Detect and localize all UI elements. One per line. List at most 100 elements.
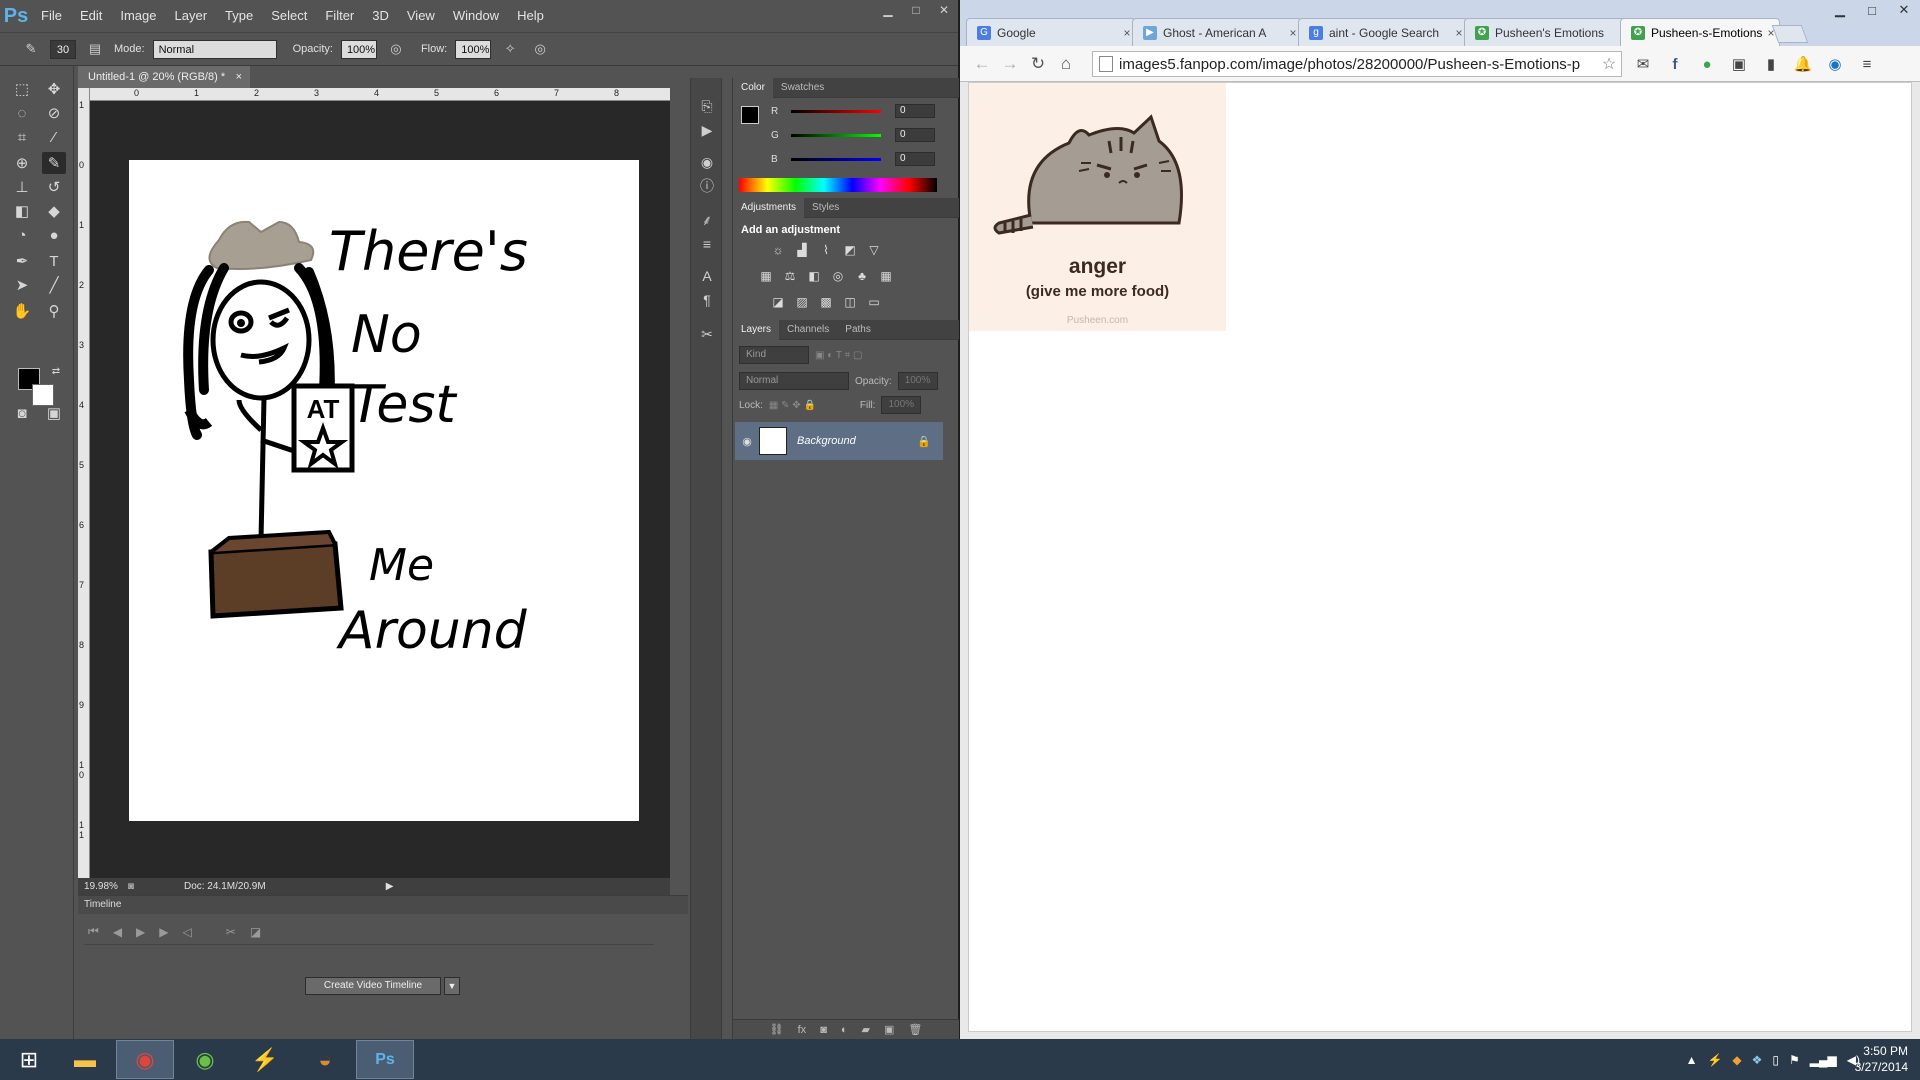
new-group-icon[interactable]: ▰ (862, 1023, 870, 1036)
audio-icon[interactable]: ◁ (183, 925, 192, 939)
adjustment-layer-icon[interactable]: ◐ (841, 1024, 848, 1036)
filter-icons[interactable]: ▣ ◐ T ⌗ ▢ (815, 350, 862, 361)
tray-expand-icon[interactable]: ▲ (1686, 1053, 1698, 1067)
hue-saturation-icon[interactable]: ▦ (757, 268, 775, 284)
canvas-area[interactable]: AT There's No Test Me Around (90, 101, 670, 878)
red-slider[interactable] (791, 109, 881, 113)
menu-type[interactable]: Type (216, 0, 262, 32)
brush-tool-icon[interactable]: ✎ (20, 38, 42, 60)
clock[interactable]: 3:50 PM 3/27/2014 (1855, 1043, 1908, 1075)
add-mask-icon[interactable]: ◙ (820, 1024, 827, 1036)
layer-style-icon[interactable]: fx (798, 1024, 807, 1036)
tab-paths[interactable]: Paths (837, 320, 879, 340)
forward-icon[interactable]: → (996, 50, 1024, 78)
screenshot-icon[interactable]: ▣ (1726, 51, 1752, 77)
tab-swatches[interactable]: Swatches (773, 78, 832, 98)
vibrance-icon[interactable]: ▽ (865, 242, 883, 258)
history-brush-icon[interactable]: ↺ (42, 176, 66, 198)
path-select-icon[interactable]: ➤ (10, 274, 34, 296)
chevron-down-icon[interactable]: ▼ (444, 977, 460, 995)
browser-tab[interactable]: ▶ Ghost - American A × (1132, 18, 1302, 46)
vpn-icon[interactable]: ◉ (1822, 51, 1848, 77)
reload-icon[interactable]: ↻ (1024, 50, 1052, 78)
browser-tab[interactable]: ✪ Pusheen's Emotions × (1464, 18, 1634, 46)
brush-panel-icon[interactable]: ▤ (84, 38, 106, 60)
stamp-tool-icon[interactable]: ⊥ (10, 176, 34, 198)
back-icon[interactable]: ← (968, 50, 996, 78)
curves-icon[interactable]: ⌇ (817, 242, 835, 258)
close-icon[interactable]: ✕ (930, 0, 958, 20)
lasso-tool-icon[interactable]: ◌ (10, 102, 34, 124)
swap-colors-icon[interactable]: ⇄ (44, 360, 68, 382)
gradient-map-icon[interactable]: ▭ (865, 294, 883, 310)
blend-mode-select[interactable]: Normal (739, 372, 849, 390)
brush-presets-icon[interactable]: ⸙ (697, 210, 717, 230)
dodge-tool-icon[interactable]: ● (42, 224, 66, 246)
winamp-icon[interactable]: ⚡ (236, 1040, 294, 1079)
menu-image[interactable]: Image (111, 0, 165, 32)
menu-file[interactable]: File (32, 0, 71, 32)
tab-channels[interactable]: Channels (779, 320, 837, 340)
menu-window[interactable]: Window (444, 0, 508, 32)
new-tab-button[interactable] (1771, 25, 1809, 43)
red-value[interactable]: 0 (895, 104, 935, 118)
character-icon[interactable]: A (697, 266, 717, 286)
document-canvas[interactable]: AT There's No Test Me Around (129, 160, 639, 821)
color-spectrum[interactable] (739, 178, 937, 192)
winamp-tray-icon[interactable]: ⚡ (1707, 1053, 1722, 1067)
levels-icon[interactable]: ▟ (793, 242, 811, 258)
link-layers-icon[interactable]: ⛓ (770, 1023, 784, 1036)
browser-tab[interactable]: G Google × (966, 18, 1136, 46)
quick-mask-icon[interactable]: ◙ (10, 402, 34, 424)
tool-presets-icon[interactable]: ✂ (697, 324, 717, 344)
pen-tool-icon[interactable]: ✒ (10, 250, 34, 272)
evernote-icon[interactable]: ● (1694, 51, 1720, 77)
tab-adjustments[interactable]: Adjustments (733, 197, 805, 218)
foreground-color-swatch[interactable] (741, 106, 759, 124)
airbrush-icon[interactable]: ✧ (499, 38, 521, 60)
brightness-icon[interactable]: ☼ (769, 242, 787, 258)
opacity-field[interactable]: 100% (340, 39, 377, 59)
close-icon[interactable]: ✕ (1888, 0, 1920, 20)
move-tool-icon[interactable]: ✥ (42, 78, 66, 100)
selective-color-icon[interactable]: ◫ (841, 294, 859, 310)
tab-layers[interactable]: Layers (733, 319, 780, 340)
menu-filter[interactable]: Filter (316, 0, 363, 32)
zoom-level[interactable]: 19.98% (84, 881, 118, 892)
menu-edit[interactable]: Edit (71, 0, 111, 32)
notification-bell-icon[interactable]: 🔔 (1790, 51, 1816, 77)
blue-value[interactable]: 0 (895, 152, 935, 166)
blue-slider[interactable] (791, 157, 881, 161)
photo-filter-icon[interactable]: ◎ (829, 268, 847, 284)
marquee-tool-icon[interactable]: ⬚ (10, 78, 34, 100)
gmail-icon[interactable]: ✉ (1630, 51, 1656, 77)
green-slider[interactable] (791, 133, 881, 137)
split-icon[interactable]: ✂ (226, 925, 236, 939)
pressure-size-icon[interactable]: ◎ (529, 38, 551, 60)
posterize-icon[interactable]: ▨ (793, 294, 811, 310)
bookmark-star-icon[interactable]: ☆ (1597, 54, 1621, 74)
next-frame-icon[interactable]: ▶ (159, 925, 168, 939)
menu-help[interactable]: Help (508, 0, 553, 32)
address-bar[interactable]: images5.fanpop.com/image/photos/28200000… (1092, 51, 1622, 77)
chrome-taskbar-icon[interactable]: ◉ (116, 1040, 174, 1079)
kind-filter-select[interactable]: Kind (739, 346, 809, 364)
device-icon[interactable]: ▯ (1772, 1053, 1779, 1067)
screen-mode-icon[interactable]: ▣ (42, 402, 66, 424)
blur-tool-icon[interactable]: ◔ (10, 224, 34, 246)
layer-name[interactable]: Background (797, 435, 917, 447)
threshold-icon[interactable]: ▩ (817, 294, 835, 310)
file-explorer-icon[interactable]: ▬ (56, 1040, 114, 1079)
fill-field[interactable]: 100% (881, 396, 922, 414)
brush-settings-icon[interactable]: ≡ (697, 234, 717, 254)
paragraph-icon[interactable]: ¶ (697, 290, 717, 310)
actions-icon[interactable]: ▶ (697, 120, 717, 140)
hand-tool-icon[interactable]: ✋ (10, 300, 34, 322)
invert-icon[interactable]: ◪ (769, 294, 787, 310)
new-layer-icon[interactable]: ▣ (884, 1023, 894, 1036)
chrome-menu-icon[interactable]: ≡ (1854, 51, 1880, 77)
mode-select[interactable]: Normal (152, 39, 277, 59)
black-white-icon[interactable]: ◧ (805, 268, 823, 284)
lock-icons[interactable]: ▦ ✎ ✥ 🔒 (769, 400, 816, 411)
color-lookup-icon[interactable]: ▦ (877, 268, 895, 284)
